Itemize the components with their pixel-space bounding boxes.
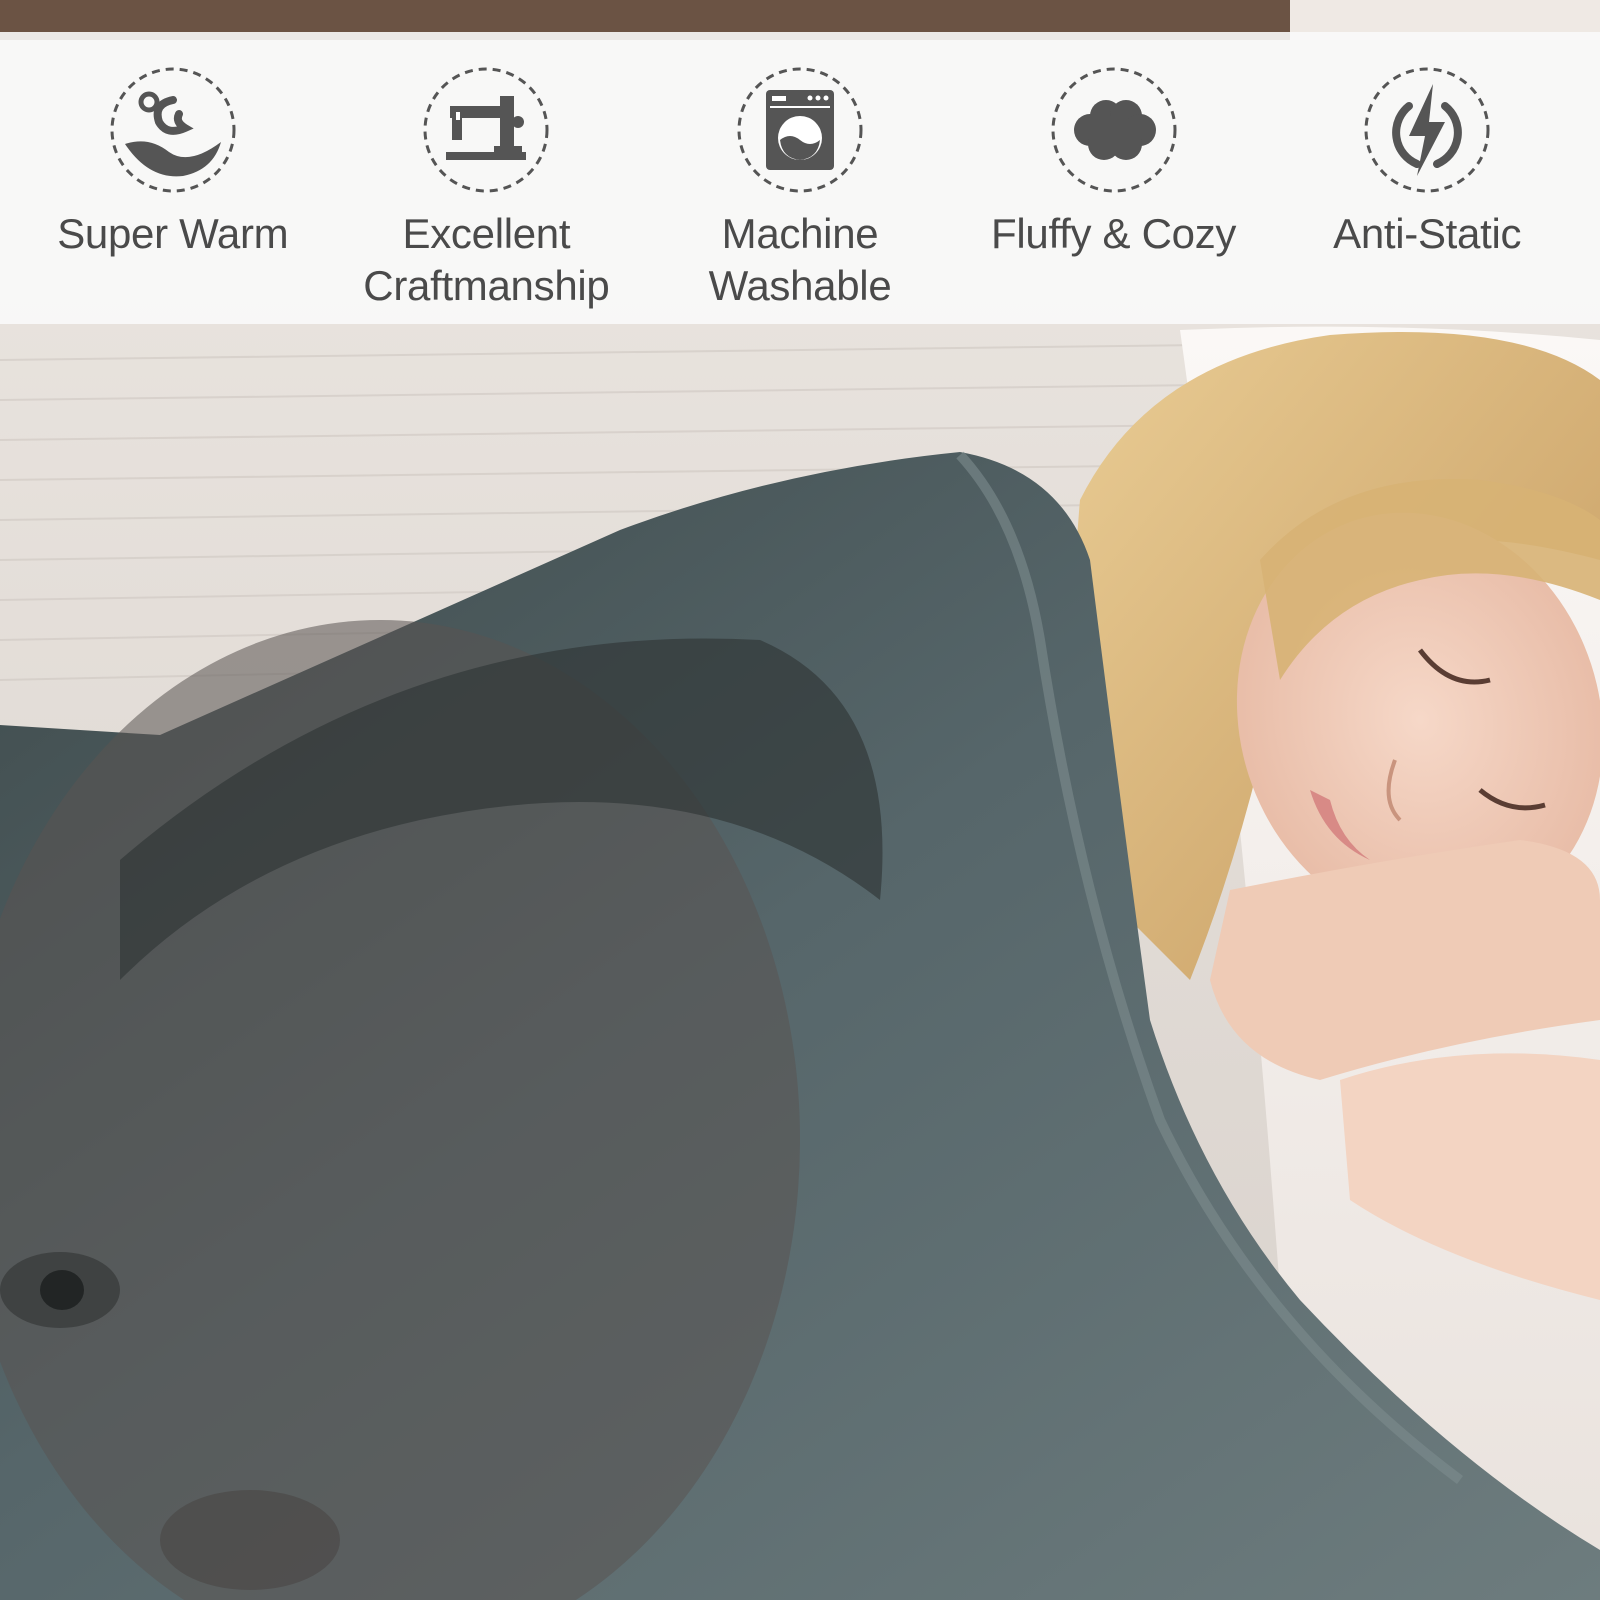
feature-machine-washable: Machine Washable (650, 32, 950, 312)
features-band: Super Warm Excellent Craftmanship Machin… (0, 32, 1600, 324)
feature-label: Machine Washable (708, 210, 892, 309)
feature-label: Fluffy & Cozy (991, 210, 1237, 257)
sewing-machine-icon (423, 67, 549, 193)
feature-super-warm: Super Warm (23, 32, 323, 260)
feature-anti-static: Anti-Static (1277, 32, 1577, 260)
lightning-bolt-icon (1364, 67, 1490, 193)
feature-label: Anti-Static (1333, 210, 1522, 257)
feature-craftmanship: Excellent Craftmanship (336, 32, 636, 312)
feature-label: Excellent Craftmanship (363, 210, 610, 309)
cloud-icon (1051, 67, 1177, 193)
washing-machine-icon (737, 67, 863, 193)
feature-label: Super Warm (57, 210, 289, 257)
warm-wave-icon (110, 67, 236, 193)
product-image: Super Warm Excellent Craftmanship Machin… (0, 0, 1600, 1600)
feature-fluffy-cozy: Fluffy & Cozy (964, 32, 1264, 260)
